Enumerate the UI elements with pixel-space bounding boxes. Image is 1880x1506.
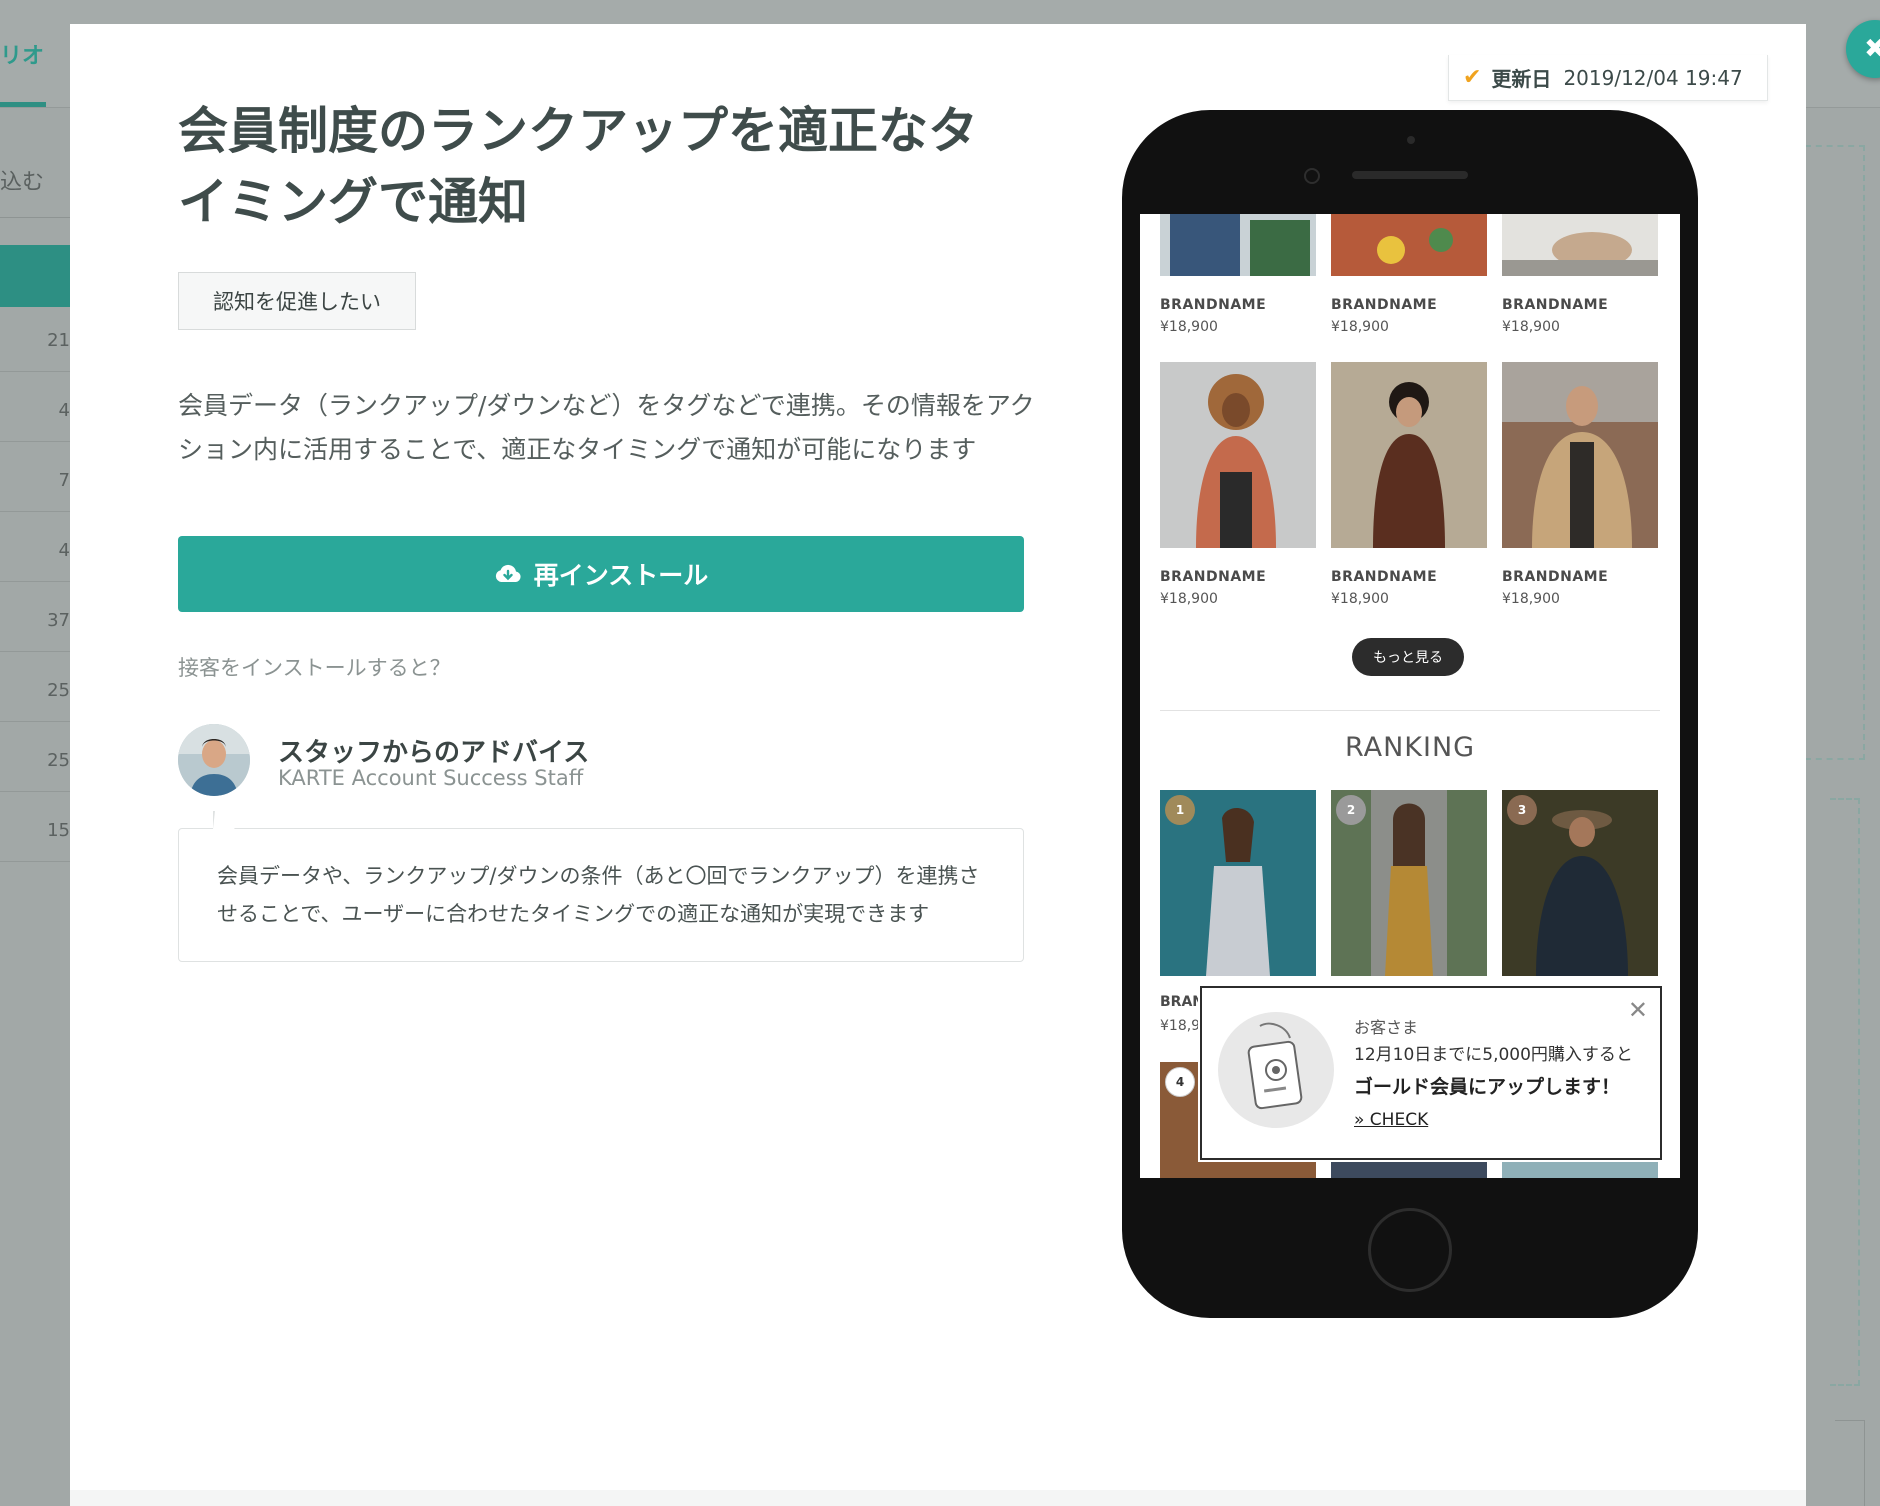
cloud-download-icon <box>495 564 521 582</box>
popup-condition: 12月10日までに5,000円購入すると <box>1354 1045 1633 1065</box>
background-row: 7 <box>0 454 70 512</box>
product-image <box>1331 214 1487 276</box>
advice-role: KARTE Account Success Staff <box>278 766 584 790</box>
phone-preview: BRANDNAME ¥18,900 BRANDNAME ¥18,900 BRAN… <box>1122 110 1698 1318</box>
background-row: 21 <box>0 314 70 372</box>
rank-badge: 4 <box>1165 1067 1195 1097</box>
more-button[interactable]: もっと見る <box>1352 638 1464 676</box>
product-price: ¥18,900 <box>1160 319 1218 335</box>
rankup-notification-popup: ✕ お客さま 12月10日までに5,000円購入すると ゴールド会員にアップしま… <box>1200 986 1662 1160</box>
product-image <box>1502 362 1658 548</box>
brand-name: BRANDNAME <box>1331 297 1438 313</box>
product-price: ¥18,900 <box>1331 591 1389 607</box>
background-search-label: 込む <box>0 170 45 195</box>
product-image <box>1331 362 1487 548</box>
advice-bubble-tail <box>213 811 235 829</box>
ranking-item: 3 <box>1502 790 1658 980</box>
advice-text: 会員データや、ランクアップ/ダウンの条件（あと〇回でランクアップ）を連携させるこ… <box>217 864 980 926</box>
product-card: BRANDNAME ¥18,900 <box>1331 362 1487 607</box>
phone-screen: BRANDNAME ¥18,900 BRANDNAME ¥18,900 BRAN… <box>1140 214 1680 1178</box>
background-tab-indicator <box>0 102 46 107</box>
scenario-description: 会員データ（ランクアップ/ダウンなど）をタグなどで連携。その情報をアクション内に… <box>178 391 1035 464</box>
rank-badge: 1 <box>1165 795 1195 825</box>
product-price: ¥18,900 <box>1502 591 1560 607</box>
background-row: 37 <box>0 594 70 652</box>
ranking-item: 1 <box>1160 790 1316 980</box>
brand-name: BRANDNAME <box>1331 569 1438 585</box>
updated-value: 2019/12/04 19:47 <box>1563 65 1743 90</box>
popup-check-link[interactable]: » CHECK <box>1354 1110 1428 1130</box>
checkmark-icon: ✔ <box>1463 65 1482 90</box>
popup-headline: ゴールド会員にアップします！ <box>1354 1076 1621 1098</box>
brand-name: BRANDNAME <box>1160 297 1267 313</box>
product-price: ¥18,900 <box>1160 591 1218 607</box>
member-card-icon <box>1218 1012 1334 1128</box>
product-image <box>1160 214 1316 276</box>
scenario-title: 会員制度のランクアップを適正なタイミングで通知 <box>178 102 978 231</box>
close-icon: ✖ <box>1864 34 1880 64</box>
goal-tag: 認知を促進したい <box>178 272 416 330</box>
background-row: 25 <box>0 664 70 722</box>
product-card: BRANDNAME ¥18,900 <box>1502 362 1658 607</box>
phone-speaker <box>1352 171 1468 179</box>
popup-close-icon[interactable]: ✕ <box>1628 996 1648 1024</box>
brand-name-partial: BRAN <box>1160 994 1205 1010</box>
product-price: ¥18,900 <box>1331 319 1389 335</box>
rank-badge: 2 <box>1336 795 1366 825</box>
ranking-title: RANKING <box>1344 732 1476 763</box>
background-dashed-panel <box>1830 798 1860 1386</box>
phone-home-button <box>1368 1208 1452 1292</box>
background-panel <box>1835 1420 1865 1506</box>
scenario-detail-modal: ✖ ✔ 更新日 2019/12/04 19:47 会員制度のランクアップを適正な… <box>70 20 1880 1506</box>
background-dashed-panel <box>1805 145 1865 760</box>
product-price-partial: ¥18,9 <box>1160 1018 1201 1034</box>
updated-date-badge: ✔ 更新日 2019/12/04 19:47 <box>1448 55 1768 101</box>
background-row: 25 <box>0 734 70 792</box>
product-card: BRANDNAME ¥18,900 <box>1160 214 1316 335</box>
reinstall-button-label: 再インストール <box>533 561 709 590</box>
brand-name: BRANDNAME <box>1502 569 1609 585</box>
background-divider <box>0 217 70 218</box>
background-row: 4 <box>0 524 70 582</box>
brand-name: BRANDNAME <box>1160 569 1267 585</box>
updated-label: 更新日 <box>1491 67 1552 91</box>
background-row: 4 <box>0 384 70 442</box>
product-image <box>1502 214 1658 276</box>
background-tab: リオ <box>0 44 45 69</box>
rank-badge: 3 <box>1507 795 1537 825</box>
background-selected-row <box>0 245 70 307</box>
install-help-link[interactable]: 接客をインストールすると？ <box>178 652 451 682</box>
advice-bubble: 会員データや、ランクアップ/ダウンの条件（あと〇回でランクアップ）を連携させるこ… <box>178 828 1024 962</box>
advice-title: スタッフからのアドバイス <box>278 738 590 768</box>
staff-avatar <box>178 724 250 796</box>
background-row: 15 <box>0 804 70 862</box>
product-price: ¥18,900 <box>1502 319 1560 335</box>
modal-footer <box>70 1490 1806 1506</box>
product-card: BRANDNAME ¥18,900 <box>1331 214 1487 335</box>
brand-name: BRANDNAME <box>1502 297 1609 313</box>
section-divider <box>1160 710 1660 711</box>
popup-greeting: お客さま <box>1354 1018 1419 1037</box>
product-card: BRANDNAME ¥18,900 <box>1160 362 1316 607</box>
phone-sensor <box>1407 136 1415 144</box>
reinstall-button[interactable]: 再インストール <box>178 536 1024 612</box>
phone-camera <box>1304 168 1320 184</box>
ranking-item: 2 <box>1331 790 1487 980</box>
product-image <box>1160 362 1316 548</box>
product-card: BRANDNAME ¥18,900 <box>1502 214 1658 335</box>
